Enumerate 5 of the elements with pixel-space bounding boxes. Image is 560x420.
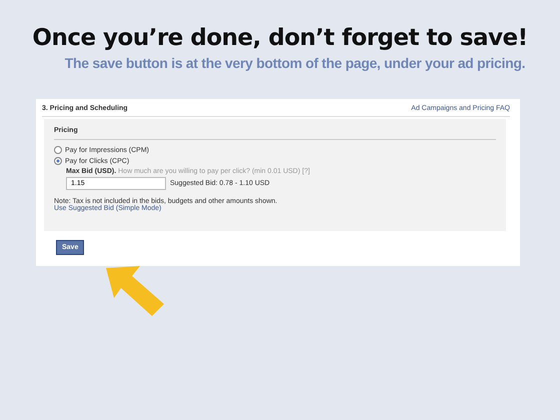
slide-subheading: The save button is at the very bottom of the page, under your ad pricing. (64, 55, 526, 71)
radio-button[interactable] (54, 146, 62, 154)
arrow-icon (104, 264, 166, 318)
radio-button[interactable] (54, 157, 62, 165)
slide-heading: Once you’re done, don’t forget to save! (32, 25, 528, 51)
